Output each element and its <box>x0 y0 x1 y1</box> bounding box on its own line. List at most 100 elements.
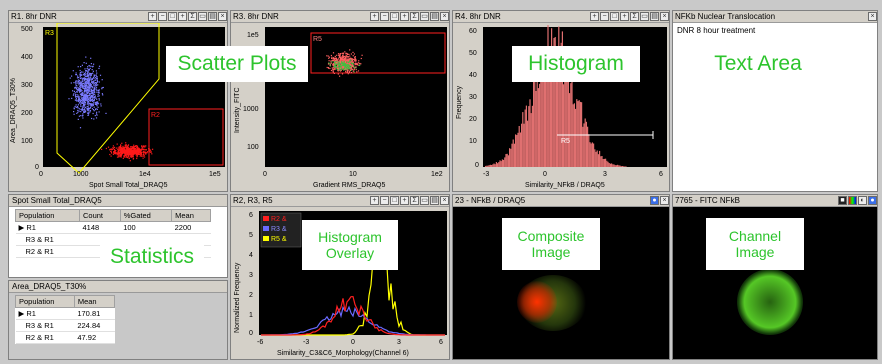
text-area-pane[interactable]: NFKb Nuclear Translocation × DNR 8 hour … <box>672 10 878 192</box>
zoom-out-icon[interactable]: − <box>158 12 167 21</box>
print-icon[interactable]: ▤ <box>650 12 659 21</box>
copy-icon[interactable]: ▭ <box>420 12 429 21</box>
y-tick: 30 <box>469 94 477 101</box>
scatter-point <box>89 90 91 92</box>
col-header: Mean <box>171 209 211 222</box>
copy-icon[interactable]: ▭ <box>198 12 207 21</box>
histogram-bar <box>498 162 500 167</box>
histogram-bar <box>585 121 587 167</box>
histogram-bar <box>584 118 586 167</box>
crosshair-icon[interactable]: + <box>400 12 409 21</box>
color-palette-icon[interactable]: ■ <box>838 196 847 205</box>
table-row[interactable]: ▶ R1 4148 100 2200 <box>15 221 211 234</box>
region-icon[interactable]: □ <box>390 12 399 21</box>
y-tick: 200 <box>21 110 33 117</box>
sum-icon[interactable]: Σ <box>630 12 639 21</box>
region-icon[interactable]: □ <box>390 196 399 205</box>
scatter-point <box>95 97 97 99</box>
scatter-point <box>81 83 83 85</box>
histogram-bar <box>537 88 539 167</box>
zoom-out-icon[interactable]: − <box>380 196 389 205</box>
print-icon[interactable]: ▤ <box>430 196 439 205</box>
r3-scatter-pane[interactable]: R3. 8hr DNR + − □ + Σ ▭ ▤ × R5 1e5 1e4 1… <box>230 10 450 192</box>
callout-histogram-overlay: Histogram Overlay <box>302 220 398 270</box>
sum-icon[interactable]: Σ <box>188 12 197 21</box>
scatter-point <box>350 65 352 67</box>
y-tick: 500 <box>21 26 33 33</box>
histogram-overlay-pane[interactable]: R2, R3, R5 + − □ + Σ ▭ ▤ × R2 & R3 & R5 … <box>230 194 450 360</box>
scatter-point <box>95 86 98 88</box>
sum-icon[interactable]: Σ <box>410 196 419 205</box>
zoom-in-icon[interactable]: + <box>590 12 599 21</box>
histogram-bar <box>575 108 577 167</box>
zoom-in-icon[interactable]: + <box>148 12 157 21</box>
scatter-point <box>83 104 85 106</box>
scatter-point <box>338 57 340 59</box>
r1-scatter-pane[interactable]: R1. 8hr DNR + − □ + Σ ▭ ▤ × R3 R2 500 40… <box>8 10 228 192</box>
close-icon[interactable]: × <box>660 196 669 205</box>
scatter-point <box>75 98 77 100</box>
color-map-icon[interactable] <box>848 196 857 205</box>
scatter-point <box>130 155 132 157</box>
y-tick: 40 <box>469 72 477 79</box>
scatter-point <box>98 99 100 101</box>
zoom-out-icon[interactable]: − <box>380 12 389 21</box>
scatter-point <box>142 157 144 159</box>
close-icon[interactable]: × <box>868 12 877 21</box>
x-tick: -6 <box>257 339 263 346</box>
zoom-out-icon[interactable]: − <box>600 12 609 21</box>
scatter-point <box>87 76 89 78</box>
scatter-point <box>331 56 333 58</box>
copy-icon[interactable]: ▭ <box>420 196 429 205</box>
scatter-point <box>90 65 92 67</box>
stats-pane-2[interactable]: Area_DRAQ5_T30% Population Mean ▶ R1 170… <box>8 280 228 360</box>
y-tick: 10 <box>469 138 477 145</box>
y-tick: 400 <box>21 54 33 61</box>
zoom-in-icon[interactable]: + <box>370 196 379 205</box>
region-icon[interactable]: □ <box>168 12 177 21</box>
scatter-point <box>347 59 349 61</box>
scatter-point <box>79 91 81 93</box>
scatter-point <box>117 147 119 149</box>
r4-histogram-pane[interactable]: R4. 8hr DNR + − □ + Σ ▭ ▤ × R5 60 50 40 … <box>452 10 670 192</box>
zoom-in-icon[interactable]: + <box>370 12 379 21</box>
scatter-point <box>115 147 117 149</box>
scatter-point <box>344 63 346 66</box>
scatter-point <box>326 66 328 69</box>
info-icon[interactable]: ● <box>868 196 877 205</box>
scatter-point <box>94 84 96 86</box>
crosshair-icon[interactable]: + <box>400 196 409 205</box>
scatter-point <box>142 145 144 147</box>
close-icon[interactable]: × <box>660 12 669 21</box>
table-row[interactable]: R2 & R1 47.92 <box>15 331 115 344</box>
scatter-point <box>118 150 120 152</box>
histogram-bar <box>510 148 512 167</box>
print-icon[interactable]: ▤ <box>208 12 217 21</box>
text-area-body[interactable]: DNR 8 hour treatment <box>673 23 877 38</box>
scatter-point <box>341 56 343 58</box>
close-icon[interactable]: × <box>440 196 449 205</box>
histogram-bar <box>601 156 603 167</box>
table-row[interactable]: ▶ R1 170.81 <box>15 307 115 320</box>
copy-icon[interactable]: ▭ <box>640 12 649 21</box>
scatter-point <box>74 95 76 97</box>
histogram-bar <box>579 101 581 167</box>
region-icon[interactable]: □ <box>610 12 619 21</box>
contrast-icon[interactable]: ◐ <box>858 196 867 205</box>
scatter-point <box>335 63 338 65</box>
print-icon[interactable]: ▤ <box>430 12 439 21</box>
scatter-point <box>87 66 89 68</box>
table-row[interactable]: R3 & R1 224.84 <box>15 319 115 332</box>
scatter-point <box>352 51 354 53</box>
crosshair-icon[interactable]: + <box>620 12 629 21</box>
histogram-bar <box>531 105 533 167</box>
scatter-point <box>134 152 136 154</box>
crosshair-icon[interactable]: + <box>178 12 187 21</box>
scatter-point <box>92 66 94 68</box>
scatter-point <box>87 106 89 108</box>
close-icon[interactable]: × <box>218 12 227 21</box>
sum-icon[interactable]: Σ <box>410 12 419 21</box>
close-icon[interactable]: × <box>440 12 449 21</box>
scatter-point <box>340 57 342 59</box>
info-icon[interactable]: ● <box>650 196 659 205</box>
